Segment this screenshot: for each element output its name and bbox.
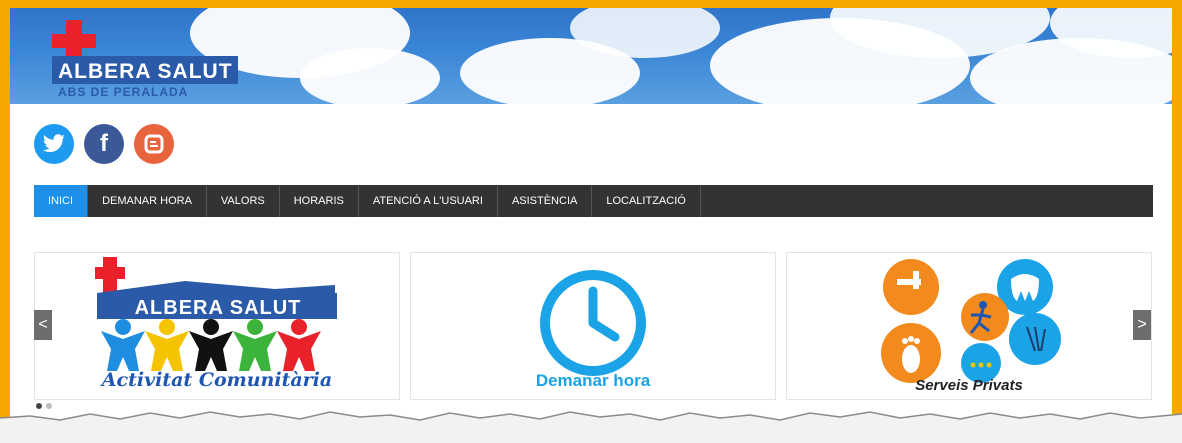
nav-item-valors[interactable]: VALORS (207, 185, 280, 217)
slide-logo-title: ALBERA SALUT (134, 297, 302, 319)
slide-caption: Serveis Privats (915, 377, 1023, 394)
dental-chair-icon (883, 259, 939, 315)
logo-title: ALBERA SALUT (58, 60, 233, 83)
slide-demanar-hora[interactable]: Demanar hora (410, 252, 776, 400)
slide-activitat-comunitaria[interactable]: ALBERA SALUT Activitat Comunitària (34, 252, 400, 400)
logo-subtitle: ABS DE PERALADA (58, 85, 189, 99)
nav-item-demanar-hora[interactable]: DEMANAR HORA (88, 185, 207, 217)
page: ALBERA SALUT ABS DE PERALADA A- A A+ f I… (10, 8, 1172, 435)
facebook-icon[interactable]: f (84, 124, 124, 164)
slider-next-button[interactable]: > (1133, 310, 1151, 340)
slide-serveis-privats[interactable]: Serveis Privats (786, 252, 1152, 400)
slide-caption: Demanar hora (535, 371, 651, 390)
nav-item-atencio-usuari[interactable]: ATENCIÓ A L'USUARI (359, 185, 498, 217)
header-banner: ALBERA SALUT ABS DE PERALADA A- A A+ (10, 8, 1172, 104)
main-nav: INICI DEMANAR HORA VALORS HORARIS ATENCI… (34, 185, 1153, 217)
blogger-icon[interactable] (134, 124, 174, 164)
slide-caption: Activitat Comunitària (101, 369, 333, 391)
site-logo[interactable]: ALBERA SALUT ABS DE PERALADA (46, 16, 256, 102)
nav-item-localitzacio[interactable]: LOCALITZACIÓ (592, 185, 701, 217)
slider-prev-button[interactable]: < (34, 310, 52, 340)
nav-item-inici[interactable]: INICI (34, 185, 89, 217)
font-size-controls[interactable]: A- A A+ (1112, 26, 1152, 40)
nav-item-horaris[interactable]: HORARIS (280, 185, 359, 217)
nav-item-asistencia[interactable]: ASISTÈNCIA (498, 185, 593, 217)
twitter-icon[interactable] (34, 124, 74, 164)
social-links: f (34, 124, 174, 164)
slider: ALBERA SALUT Activitat Comunitària Deman… (34, 252, 1153, 404)
torn-paper-edge (0, 411, 1182, 443)
acupuncture-icon (1009, 313, 1061, 365)
